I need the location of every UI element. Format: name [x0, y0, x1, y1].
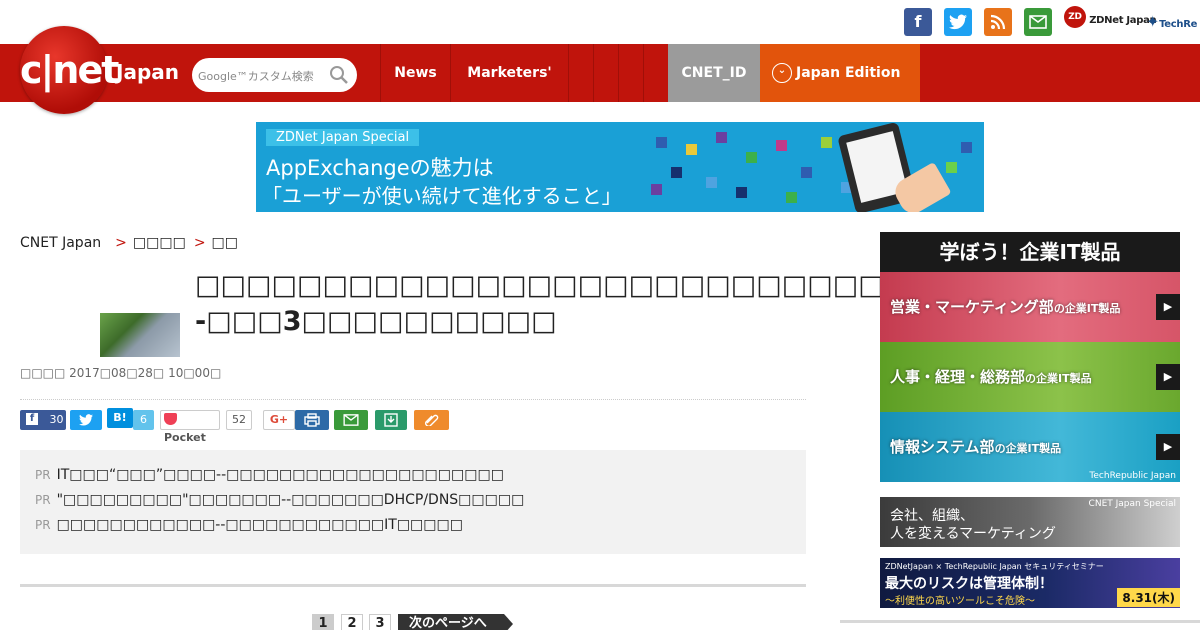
sidebar-item-label: 営業・マーケティング部: [890, 298, 1054, 316]
techrepublic-label: TechRe: [1159, 19, 1198, 30]
edition-button[interactable]: ⌄ Japan Edition: [760, 44, 920, 102]
banner-tag: ZDNet Japan Special: [266, 129, 420, 146]
chevron-down-icon: ⌄: [772, 63, 792, 83]
breadcrumb-sep: >: [115, 235, 127, 251]
site-header: Japan Google™カスタム検索 News Marketers' CNET…: [0, 44, 1200, 102]
pocket-button[interactable]: Pocket: [160, 410, 220, 444]
search-input[interactable]: Google™カスタム検索: [198, 68, 314, 84]
pr-box: PR IT□□□“□□□”□□□□--□□□□□□□□□□□□□□□□□□□□□ …: [20, 450, 806, 554]
pr-link[interactable]: "□□□□□□□□□"□□□□□□□--□□□□□□□DHCP/DNS□□□□□: [57, 492, 525, 508]
sidebar-ad-security[interactable]: ZDNetJapan × TechRepublic Japan セキュリティセミ…: [880, 558, 1180, 608]
sidebar-divider: [840, 620, 1200, 623]
facebook-share-button[interactable]: f 30: [20, 410, 66, 430]
sidebar-item-label: 情報システム部: [890, 438, 995, 456]
page-2-button[interactable]: 2: [341, 614, 363, 630]
pr-tag: PR: [35, 518, 51, 532]
mail-share-button[interactable]: [334, 410, 368, 430]
sidebar-item-sales[interactable]: 営業・マーケティング部の企業IT製品 ▶: [880, 272, 1180, 342]
article-thumbnail: [100, 313, 180, 357]
pr-tag: PR: [35, 468, 51, 482]
twitter-icon: [79, 414, 93, 426]
nav-spacer: [568, 44, 593, 102]
pr-tag: PR: [35, 493, 51, 507]
breadcrumb-home[interactable]: CNET Japan: [20, 235, 101, 251]
section-divider: [20, 584, 806, 587]
nav-spacer: [593, 44, 618, 102]
print-button[interactable]: [295, 410, 329, 430]
paperclip-icon: [424, 414, 438, 427]
banner-subline: 「ユーザーが使い続けて進化すること」: [262, 184, 622, 208]
cnet-id-button[interactable]: CNET_ID: [668, 44, 760, 102]
cnet-logo[interactable]: c|net: [20, 26, 119, 114]
save-button[interactable]: [375, 410, 407, 430]
facebook-icon: f: [26, 413, 38, 425]
print-icon: [304, 413, 320, 427]
edition-label: Japan Edition: [796, 65, 901, 81]
nav-news[interactable]: News: [380, 44, 450, 102]
next-arrow-icon: [504, 614, 513, 630]
ad-subline: 〜利便性の高いツールこそ危険〜: [885, 596, 1035, 607]
sidebar-item-it[interactable]: 情報システム部の企業IT製品 ▶ TechRepublic Japan: [880, 412, 1180, 482]
nav-marketers[interactable]: Marketers': [450, 44, 568, 102]
clip-button[interactable]: [414, 410, 449, 430]
ad-date: 8.31(木): [1117, 588, 1180, 607]
breadcrumb-current[interactable]: □□: [212, 235, 238, 251]
sidebar-heading[interactable]: 学ぼう！企業IT製品: [880, 232, 1180, 272]
banner-headline: AppExchangeの魅力は: [266, 156, 494, 180]
top-bar: f ZD ZDNet Japan ✦TechRe: [0, 0, 1200, 44]
sidebar-item-label: 人事・経理・総務部: [890, 368, 1026, 386]
pocket-count: 52: [226, 410, 252, 430]
sidebar-ad-marketing[interactable]: CNET Japan Special 会社、組織、 人を変えるマーケティング: [880, 497, 1180, 547]
zdnet-japan-link[interactable]: ZD ZDNet Japan: [1064, 6, 1157, 28]
hatena-count: 6: [133, 410, 154, 430]
chevron-right-icon: ▶: [1156, 434, 1180, 460]
ad-headline: 最大のリスクは管理体制！: [885, 576, 1053, 592]
techrepublic-link[interactable]: ✦TechRe: [1146, 12, 1197, 31]
googleplus-button[interactable]: G+: [263, 410, 295, 430]
next-page-button[interactable]: 次のページへ: [398, 614, 504, 630]
twitter-share-button[interactable]: [70, 410, 102, 430]
pocket-icon: [164, 413, 177, 425]
facebook-count: 30: [49, 413, 64, 426]
page-3-button[interactable]: 3: [369, 614, 391, 630]
logo-text: c|net: [20, 48, 119, 92]
chevron-right-icon: ▶: [1156, 294, 1180, 320]
breadcrumb: CNET Japan > □□□□ > □□: [20, 235, 238, 251]
facebook-icon[interactable]: f: [904, 8, 932, 36]
nav-spacer: [618, 44, 643, 102]
mail-icon: [343, 414, 359, 426]
ad-banner[interactable]: ZDNet Japan Special AppExchangeの魅力は 「ユーザ…: [256, 122, 984, 212]
ad-headline: 会社、組織、: [890, 508, 974, 524]
sidebar-item-hr[interactable]: 人事・経理・総務部の企業IT製品 ▶: [880, 342, 1180, 412]
pr-item[interactable]: PR □□□□□□□□□□□□--□□□□□□□□□□□□IT□□□□□: [35, 517, 463, 533]
page-1-button[interactable]: 1: [312, 614, 334, 630]
twitter-icon[interactable]: [944, 8, 972, 36]
divider: [20, 399, 806, 400]
hatena-bookmark-button[interactable]: B!: [107, 408, 133, 428]
logo-region: Japan: [116, 60, 179, 84]
ad-subline: 人を変えるマーケティング: [890, 526, 1056, 542]
pr-link[interactable]: □□□□□□□□□□□□--□□□□□□□□□□□□IT□□□□□: [57, 517, 463, 533]
article-title: □□□□□□□□□□□□□□□□□□□□□□□□□□□□□--□□□3□□□□□…: [195, 270, 947, 337]
mail-icon[interactable]: [1024, 8, 1052, 36]
search-icon[interactable]: [329, 65, 349, 85]
nav-spacer: [643, 44, 668, 102]
chevron-right-icon: ▶: [1156, 364, 1180, 390]
pr-link[interactable]: IT□□□“□□□”□□□□--□□□□□□□□□□□□□□□□□□□□□: [57, 467, 504, 483]
ad-tag: CNET Japan Special: [1088, 499, 1176, 509]
breadcrumb-section[interactable]: □□□□: [133, 235, 186, 251]
sidebar-item-suffix: の企業IT製品: [994, 442, 1062, 455]
sidebar-item-suffix: の企業IT製品: [1053, 302, 1121, 315]
article-meta: □□□□ 2017□08□28□ 10□00□: [20, 366, 222, 380]
download-icon: [384, 413, 398, 427]
sidebar-item-suffix: の企業IT製品: [1025, 372, 1092, 385]
techrepublic-label: TechRepublic Japan: [1089, 471, 1176, 481]
ad-tag: ZDNetJapan × TechRepublic Japan セキュリティセミ…: [885, 562, 1104, 571]
search-box[interactable]: Google™カスタム検索: [192, 58, 357, 92]
pr-item[interactable]: PR "□□□□□□□□□"□□□□□□□--□□□□□□□DHCP/DNS□□□…: [35, 492, 524, 508]
breadcrumb-sep: >: [193, 235, 206, 251]
rss-icon[interactable]: [984, 8, 1012, 36]
pocket-label: Pocket: [164, 431, 206, 444]
pr-item[interactable]: PR IT□□□“□□□”□□□□--□□□□□□□□□□□□□□□□□□□□□: [35, 467, 504, 483]
